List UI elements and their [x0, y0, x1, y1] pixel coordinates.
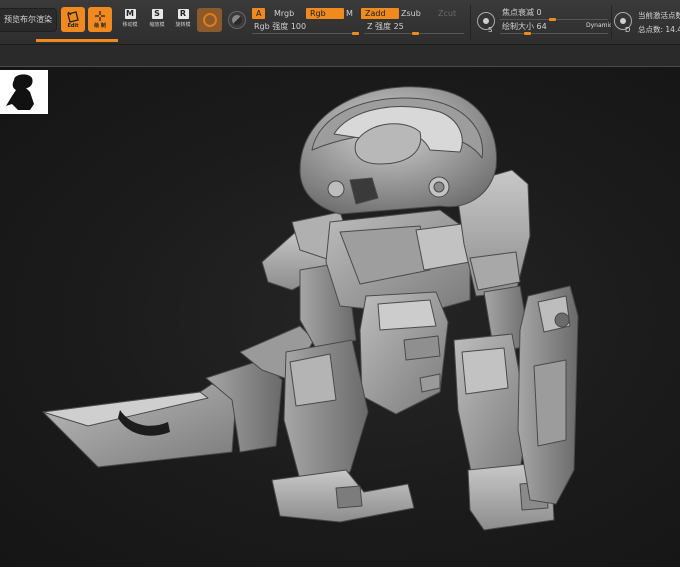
- rgb-intensity-label: Rgb 强度: [254, 22, 289, 31]
- dynamic-toggle[interactable]: Dynamic: [586, 22, 612, 29]
- sculpted-model: [42, 86, 579, 531]
- draw-size-slider[interactable]: 绘制大小 64: [502, 22, 547, 32]
- top-toolbar: 预览布尔渲染 Edit 绘 制 M 移动模 S 缩放模 R 旋转模 A Mrgb…: [0, 0, 680, 45]
- active-mode-indicator: [36, 39, 118, 42]
- scale-label: 缩放模: [149, 22, 165, 28]
- zadd-toggle[interactable]: Zadd: [361, 8, 399, 19]
- total-points-stat: 总点数: 14.44: [638, 25, 680, 34]
- move-button[interactable]: M 移动模: [118, 9, 142, 31]
- focal-shift-label: 焦点衰减: [502, 8, 534, 17]
- draw-label: 绘 制: [94, 23, 106, 29]
- draw-size-label: 绘制大小: [502, 22, 534, 31]
- robot-silhouette-icon: [6, 74, 34, 110]
- z-intensity-label: Z 强度: [367, 22, 392, 31]
- draw-size-knob[interactable]: [524, 32, 531, 35]
- secondary-toolbar: [0, 45, 680, 68]
- rgb-intensity-knob[interactable]: [352, 32, 359, 35]
- edit-label: Edit: [67, 22, 79, 29]
- zcut-toggle[interactable]: Zcut: [434, 8, 460, 19]
- focal-shift-value: 0: [536, 8, 542, 17]
- preview-bpr-button[interactable]: 预览布尔渲染: [0, 8, 57, 32]
- material-button[interactable]: [197, 8, 222, 32]
- rotate-label: 旋转模: [175, 22, 191, 28]
- z-intensity-value: 25: [393, 22, 404, 31]
- scale-button[interactable]: S 缩放模: [145, 9, 169, 31]
- radial-d-letter: D: [625, 26, 631, 34]
- focal-shift-slider[interactable]: 焦点衰减 0: [502, 8, 542, 18]
- color-picker-icon[interactable]: [228, 11, 246, 29]
- model-thumbnail[interactable]: [0, 70, 48, 114]
- radial-s-letter: S: [488, 26, 493, 34]
- rgb-toggle[interactable]: Rgb: [306, 8, 344, 19]
- rotate-button[interactable]: R 旋转模: [171, 9, 195, 31]
- move-icon: M: [124, 9, 136, 19]
- zsub-toggle[interactable]: Zsub: [397, 8, 425, 19]
- active-points-stat: 当前激活点数: [638, 11, 680, 20]
- z-intensity-slider[interactable]: Z 强度 25: [367, 22, 404, 32]
- m-toggle[interactable]: M: [342, 8, 357, 19]
- draw-button[interactable]: 绘 制: [88, 7, 112, 32]
- z-intensity-knob[interactable]: [412, 32, 419, 35]
- draw-icon: [95, 11, 105, 21]
- edit-icon: [67, 10, 79, 23]
- toolbar-divider: [611, 5, 612, 39]
- toolbar-divider: [470, 5, 471, 39]
- edit-button[interactable]: Edit: [61, 7, 85, 32]
- rgb-intensity-track: [252, 33, 358, 34]
- mrgb-toggle[interactable]: Mrgb: [270, 8, 298, 19]
- rgb-intensity-slider[interactable]: Rgb 强度 100: [254, 22, 306, 32]
- move-label: 移动模: [122, 22, 138, 28]
- rotate-icon: R: [177, 9, 189, 19]
- document-canvas[interactable]: [0, 67, 680, 567]
- a-toggle[interactable]: A: [252, 8, 266, 19]
- draw-size-value: 64: [536, 22, 547, 31]
- draw-size-track: [500, 33, 608, 34]
- scale-icon: S: [151, 9, 163, 19]
- focal-shift-knob[interactable]: [549, 18, 556, 21]
- rgb-intensity-value: 100: [290, 22, 307, 31]
